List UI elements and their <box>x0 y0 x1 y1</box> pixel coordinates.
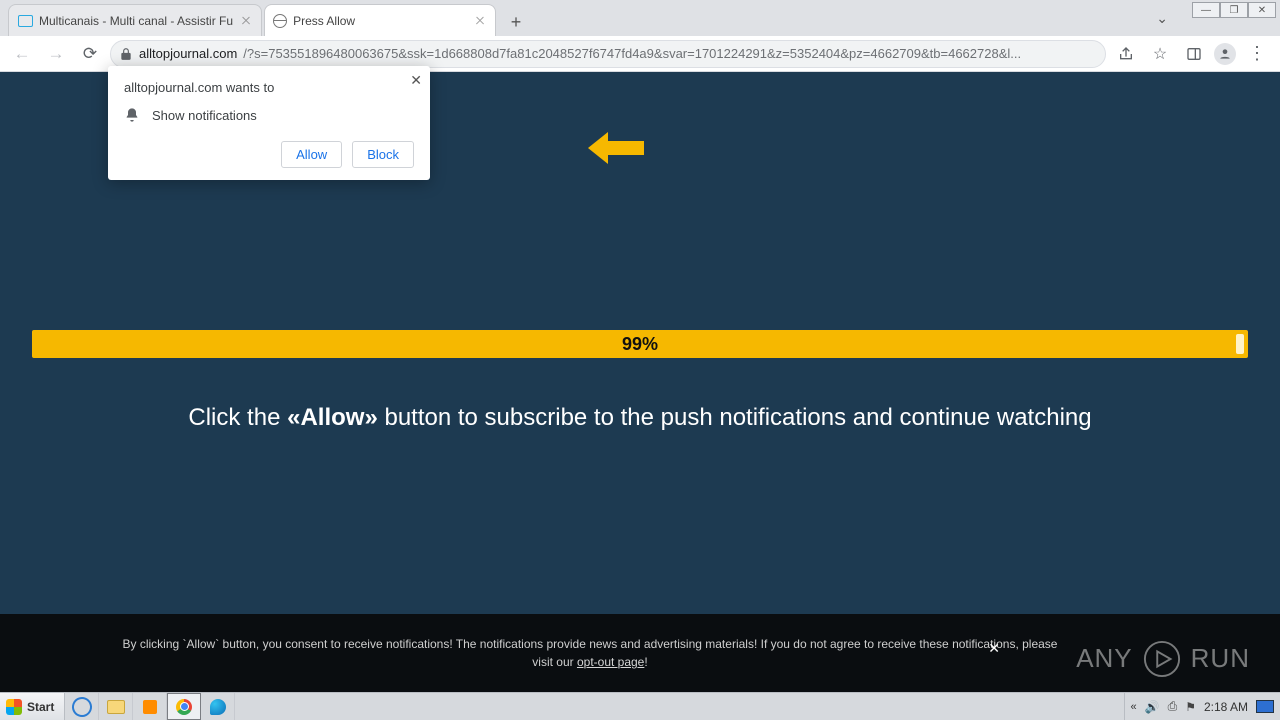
progress-value: 99% <box>622 334 658 355</box>
prompt-allow: «Allow» <box>287 404 378 431</box>
share-button[interactable] <box>1112 40 1140 68</box>
tab-strip: Multicanais - Multi canal - Assistir Fu … <box>0 0 1280 36</box>
permission-close-icon[interactable]: ✕ <box>410 72 422 89</box>
tab-1[interactable]: Multicanais - Multi canal - Assistir Fu <box>8 4 262 36</box>
window-close-button[interactable]: ✕ <box>1248 2 1276 18</box>
block-button[interactable]: Block <box>352 141 414 168</box>
watermark-b: RUN <box>1191 639 1250 678</box>
consent-close-icon[interactable]: ✕ <box>988 638 1000 659</box>
prompt-post: button to subscribe to the push notifica… <box>378 404 1092 431</box>
window-minimize-button[interactable]: — <box>1192 2 1220 18</box>
progress-container: 99% Click the «Allow» button to subscrib… <box>32 330 1248 432</box>
taskbar-chrome-icon[interactable] <box>167 693 201 720</box>
back-button[interactable]: ← <box>8 40 36 68</box>
tab-1-title: Multicanais - Multi canal - Assistir Fu <box>39 14 233 28</box>
bell-icon <box>124 107 140 123</box>
profile-button[interactable] <box>1214 43 1236 65</box>
lock-icon <box>119 47 133 61</box>
prompt-text: Click the «Allow» button to subscribe to… <box>32 404 1248 432</box>
consent-excl: ! <box>644 655 647 669</box>
tray-sound-icon[interactable]: 🔊 <box>1145 700 1160 714</box>
tray-usb-icon[interactable]: ⎙ <box>1168 699 1178 714</box>
taskbar-ie-icon[interactable] <box>65 693 99 720</box>
taskbar-pinned <box>65 693 235 720</box>
tray-monitor-icon[interactable] <box>1256 700 1274 713</box>
forward-button[interactable]: → <box>42 40 70 68</box>
window-buttons: — ❐ ✕ <box>1192 2 1276 18</box>
address-bar[interactable]: alltopjournal.com /?s=753551896480063675… <box>110 40 1106 68</box>
tab-2-title: Press Allow <box>293 14 467 28</box>
allow-button[interactable]: Allow <box>281 141 342 168</box>
pointing-arrow-icon <box>588 132 644 164</box>
start-label: Start <box>27 700 54 714</box>
tabs-dropdown-icon[interactable]: ⌄ <box>1156 10 1168 27</box>
system-tray: « 🔊 ⎙ ⚑ 2:18 AM <box>1124 693 1280 720</box>
tray-expand-icon[interactable]: « <box>1131 701 1137 713</box>
tray-flag-icon[interactable]: ⚑ <box>1185 700 1196 714</box>
permission-label: Show notifications <box>152 108 257 123</box>
tab-2-favicon <box>273 14 287 28</box>
menu-button[interactable]: ⋮ <box>1242 43 1272 64</box>
watermark: ANY RUN <box>1076 639 1250 678</box>
progress-bar: 99% <box>32 330 1248 358</box>
url-host: alltopjournal.com <box>139 46 237 61</box>
window-maximize-button[interactable]: ❐ <box>1220 2 1248 18</box>
side-panel-button[interactable] <box>1180 40 1208 68</box>
taskbar-edge-icon[interactable] <box>201 693 235 720</box>
bookmark-button[interactable]: ☆ <box>1146 40 1174 68</box>
play-icon <box>1143 640 1181 678</box>
windows-logo-icon <box>6 699 22 715</box>
url-path: /?s=753551896480063675&ssk=1d668808d7fa8… <box>243 46 1097 61</box>
notification-permission-dialog: ✕ alltopjournal.com wants to Show notifi… <box>108 66 430 180</box>
tab-2[interactable]: Press Allow <box>264 4 496 36</box>
tray-clock[interactable]: 2:18 AM <box>1204 700 1248 714</box>
reload-button[interactable]: ⟳ <box>76 40 104 68</box>
new-tab-button[interactable]: + <box>502 8 530 36</box>
taskbar-explorer-icon[interactable] <box>99 693 133 720</box>
taskbar: Start « 🔊 ⎙ ⚑ 2:18 AM <box>0 692 1280 720</box>
prompt-pre: Click the <box>188 404 287 431</box>
tab-1-favicon <box>17 13 33 29</box>
tab-1-close-icon[interactable] <box>239 14 253 28</box>
tab-2-close-icon[interactable] <box>473 14 487 28</box>
taskbar-media-icon[interactable] <box>133 693 167 720</box>
start-button[interactable]: Start <box>0 693 65 720</box>
watermark-a: ANY <box>1076 639 1132 678</box>
opt-out-link[interactable]: opt-out page <box>577 655 644 669</box>
permission-origin: alltopjournal.com wants to <box>124 80 414 95</box>
consent-banner: By clicking `Allow` button, you consent … <box>0 614 1280 692</box>
